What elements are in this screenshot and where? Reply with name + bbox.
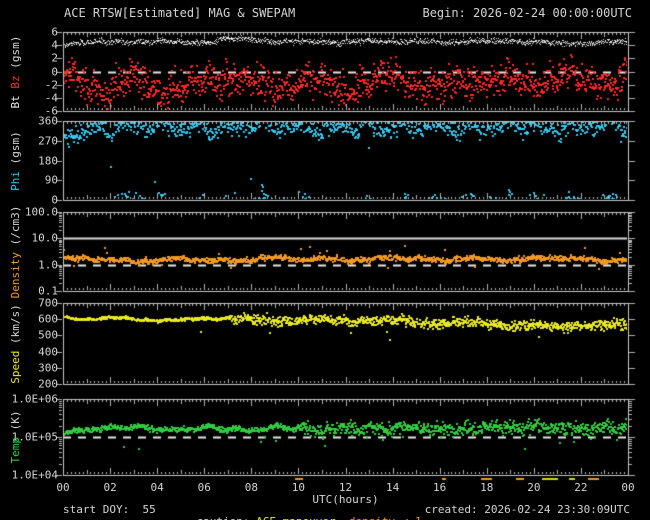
caution-label: caution:: [197, 515, 257, 520]
x-tick-label: 00: [621, 481, 635, 494]
y-axis-label-temp: Temp (K): [9, 410, 22, 464]
x-tick-label: 00: [56, 481, 70, 494]
y-axis-label-part: (gsm): [9, 35, 22, 69]
start-doy-label: start DOY: 55: [63, 503, 156, 516]
y-axis-label-part: Bt: [9, 88, 22, 108]
ytick-label-phi: 360: [38, 114, 58, 128]
y-axis-label-bt-bz: Bt Bz (gsm): [9, 35, 22, 108]
x-tick-label: 06: [197, 481, 211, 494]
y-axis-label-part: (gsm): [9, 130, 22, 164]
x-tick-label: 02: [103, 481, 117, 494]
x-tick-label: 04: [150, 481, 164, 494]
y-axis-label-speed: Speed (km/s): [9, 303, 22, 384]
x-tick-label: 08: [244, 481, 258, 494]
y-axis-label-part: Phi: [9, 163, 22, 191]
ytick-label-temp: 1.0E+04: [11, 468, 58, 482]
x-tick-label: 22: [574, 481, 588, 494]
caution-line: caution: ACE maneuver density < 1: [170, 504, 422, 520]
y-axis-label-part: (/cm3): [9, 205, 22, 245]
page-title: ACE RTSW[Estimated] MAG & SWEPAM: [64, 6, 296, 20]
x-tick-label: 14: [385, 481, 400, 494]
y-axis-label-part: Density: [9, 244, 22, 298]
y-axis-label-part: Speed: [9, 343, 22, 384]
begin-timestamp: Begin: 2026-02-24 00:00:00UTC: [422, 6, 632, 20]
y-axis-label-part: Temp: [9, 430, 22, 464]
plot-canvas: [0, 0, 650, 520]
y-axis-label-part: Bz: [9, 68, 22, 89]
caution-maneuver-label: ACE maneuver: [256, 515, 342, 520]
created-timestamp: created: 2026-02-24 23:30:09UTC: [424, 503, 630, 516]
y-axis-label-part: (K): [9, 410, 22, 431]
x-tick-label: 10: [291, 481, 306, 494]
ace-rtsw-plot: ACE RTSW[Estimated] MAG & SWEPAM Begin: …: [0, 0, 650, 520]
x-tick-label: 18: [480, 481, 494, 494]
y-axis-label-density: Density (/cm3): [9, 205, 22, 298]
ytick-label-phi: 0: [51, 193, 58, 207]
caution-density-label: density < 1: [342, 515, 422, 520]
x-tick-label: 16: [433, 481, 447, 494]
y-axis-label-part: (km/s): [9, 303, 22, 344]
ytick-label-temp: 1.0E+06: [11, 392, 58, 406]
x-tick-label: 20: [527, 481, 541, 494]
y-axis-label-phi: Phi (gsm): [9, 130, 22, 191]
